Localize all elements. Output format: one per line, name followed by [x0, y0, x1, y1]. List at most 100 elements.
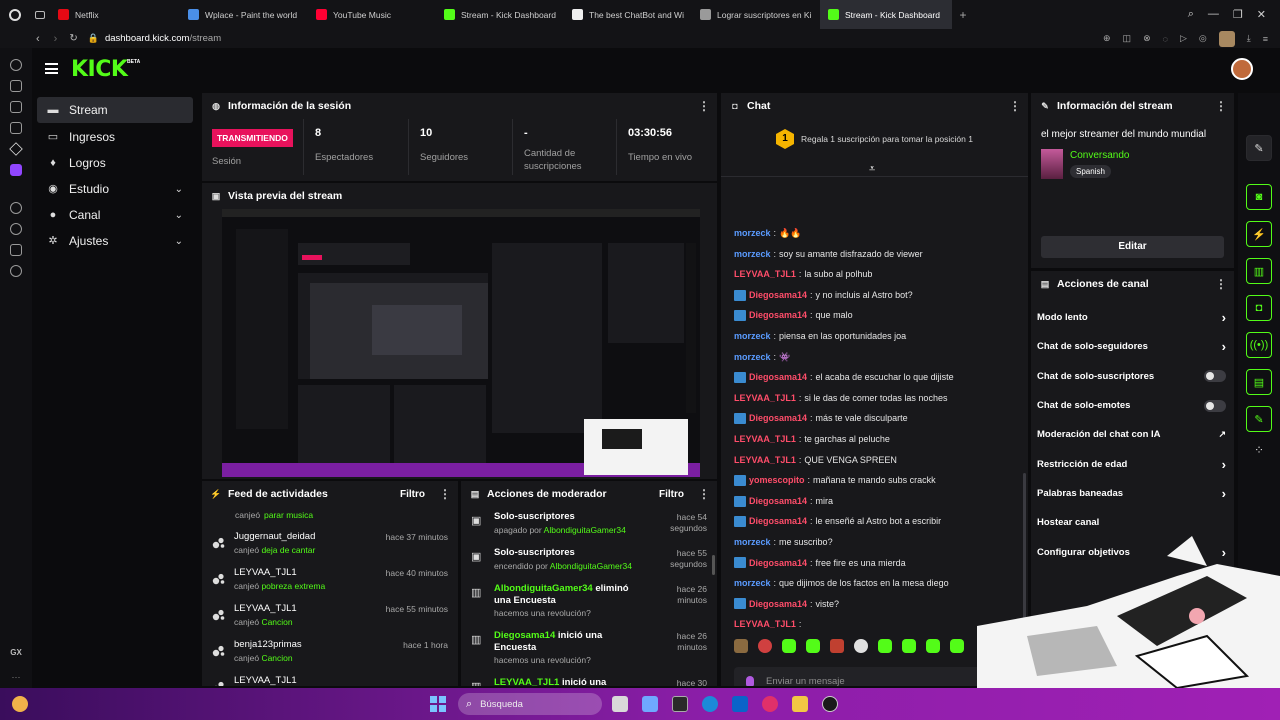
browser-tab[interactable]: Stream - Kick Dashboard — [820, 0, 952, 29]
close-window-icon[interactable]: ✕ — [1257, 8, 1266, 21]
gx-store-icon[interactable] — [10, 101, 22, 113]
channel-action-moderaci-n-del-chat-con-ia[interactable]: Moderación del chat con IA ↗ — [1031, 420, 1234, 449]
start-icon[interactable] — [430, 696, 446, 712]
category-name[interactable]: Conversando — [1070, 150, 1129, 161]
search-tabs-icon[interactable]: ⌕ — [1188, 8, 1194, 21]
more-icon[interactable]: ··· — [0, 672, 32, 682]
feed-filter-button[interactable]: Filtro — [400, 489, 425, 500]
user-avatar[interactable] — [1231, 58, 1253, 80]
chat-username[interactable]: LEYVAA_TJL1 — [734, 429, 796, 450]
camera-tool-icon[interactable]: ◙ — [1246, 184, 1272, 210]
emote-icon[interactable] — [734, 639, 748, 653]
chat-username[interactable]: LEYVAA_TJL1 — [734, 264, 796, 285]
sidebar-item-stream[interactable]: ▬ Stream — [37, 97, 193, 123]
chat-username[interactable]: morzeck — [734, 532, 771, 553]
stream-preview-video[interactable] — [222, 209, 700, 477]
task-view-icon[interactable] — [612, 696, 628, 712]
notes-tool-icon[interactable]: ▥ — [1246, 258, 1272, 284]
sidebar-item-logros[interactable]: ♦ Logros — [37, 150, 193, 176]
apps-icon[interactable]: ⁘ — [1238, 443, 1280, 457]
forward-icon[interactable]: › — [54, 33, 58, 45]
vpn-icon[interactable]: ◌ — [1163, 34, 1168, 44]
emote-icon[interactable] — [758, 639, 772, 653]
feed-item-user[interactable]: LEYVAA_TJL1 — [234, 603, 297, 614]
channel-action-palabras-baneadas[interactable]: Palabras baneadas › — [1031, 479, 1234, 508]
emote-icon[interactable] — [830, 639, 844, 653]
feed-item-user[interactable]: LEYVAA_TJL1 — [234, 567, 297, 578]
url-field[interactable]: dashboard.kick.com/stream — [105, 33, 221, 44]
emote-icon[interactable] — [878, 639, 892, 653]
emote-icon[interactable] — [902, 639, 916, 653]
profile-avatar[interactable] — [1218, 30, 1235, 47]
settings-sidebar-icon[interactable] — [10, 265, 22, 277]
chat-username[interactable]: Diegosama14 — [749, 285, 807, 306]
new-tab-icon[interactable]: + — [956, 8, 970, 22]
edit-layout-icon[interactable]: ✎ — [1246, 135, 1272, 161]
gx-kick-icon[interactable] — [9, 142, 23, 156]
browser-tab[interactable]: Stream - Kick Dashboard — [436, 0, 564, 29]
feed-options-icon[interactable]: ⋮ — [439, 487, 451, 501]
chat-username[interactable]: Diegosama14 — [749, 511, 807, 532]
browser-tab[interactable]: YouTube Music — [308, 0, 436, 29]
sidebar-item-ajustes[interactable]: ✲ Ajustes ⌄ — [37, 228, 193, 254]
gx-control-icon[interactable] — [10, 59, 22, 71]
chat-tool-icon[interactable]: ◘ — [1246, 295, 1272, 321]
gx-feed-icon[interactable] — [10, 80, 22, 92]
chat-username[interactable]: LEYVAA_TJL1 — [734, 388, 796, 409]
taskbar-search[interactable]: ⌕ Búsqueda — [458, 693, 602, 715]
edge-icon[interactable] — [702, 696, 718, 712]
file-explorer-icon[interactable] — [792, 696, 808, 712]
mod-scrollbar[interactable] — [712, 555, 715, 575]
feed-item-user[interactable]: LEYVAA_TJL1 — [234, 675, 297, 686]
mod-action-user[interactable]: LEYVAA_TJL1 — [494, 677, 559, 686]
weather-icon[interactable] — [12, 696, 28, 712]
bookmark-icon[interactable]: ◫ — [1123, 33, 1132, 44]
twitch-icon[interactable] — [10, 164, 22, 176]
mod-options-icon[interactable]: ⋮ — [698, 487, 710, 501]
chat-username[interactable]: morzeck — [734, 573, 771, 594]
chat-username[interactable]: Diegosama14 — [749, 408, 807, 429]
feed-item-user[interactable]: benja123primas — [234, 639, 302, 650]
kick-logo[interactable]: KICK — [71, 57, 128, 82]
copilot-icon[interactable] — [642, 696, 658, 712]
wrench-tool-icon[interactable]: ✎ — [1246, 406, 1272, 432]
chat-username[interactable]: morzeck — [734, 244, 771, 265]
mod-action-by[interactable]: AlbondiguitaGamer34 — [550, 561, 632, 571]
sidebar-item-estudio[interactable]: ◉ Estudio ⌄ — [37, 176, 193, 202]
chat-options-icon[interactable]: ⋮ — [1009, 99, 1021, 113]
emote-icon[interactable] — [782, 639, 796, 653]
opera-menu-icon[interactable] — [0, 0, 30, 29]
chat-username[interactable]: Diegosama14 — [749, 367, 807, 388]
chat-username[interactable]: Diegosama14 — [749, 553, 807, 574]
edit-stream-button[interactable]: Editar — [1041, 236, 1224, 258]
opera-gx-icon[interactable] — [762, 696, 778, 712]
tab-island-icon[interactable] — [30, 0, 50, 29]
broadcast-tool-icon[interactable]: ((•)) — [1246, 332, 1272, 358]
channel-action-restricci-n-de-edad[interactable]: Restricción de edad › — [1031, 449, 1234, 478]
obs-icon[interactable] — [822, 696, 838, 712]
reload-icon[interactable]: ↻ — [69, 33, 77, 44]
snapshot-icon[interactable]: ◎ — [1199, 33, 1207, 44]
shield-icon[interactable]: ⊗ — [1143, 33, 1151, 44]
chat-username[interactable]: yomescopito — [749, 470, 805, 491]
chat-username[interactable]: LEYVAA_TJL1 — [734, 450, 796, 471]
chat-username[interactable]: morzeck — [734, 223, 771, 244]
browser-tab[interactable]: Netflix — [50, 0, 180, 29]
browser-tab[interactable]: The best ChatBot and Wi — [564, 0, 692, 29]
extensions-icon[interactable] — [10, 244, 22, 256]
gift-leaderboard[interactable]: 1 Regala 1 suscripción para tomar la pos… — [721, 119, 1028, 177]
browser-menu-icon[interactable]: ≡ — [1263, 34, 1268, 44]
player-sidebar-icon[interactable] — [10, 202, 22, 214]
toggle-switch[interactable] — [1204, 370, 1226, 383]
chat-username[interactable]: LEYVAA_TJL1 — [734, 614, 796, 635]
channel-action-chat-de-solo-emotes[interactable]: Chat de solo-emotes — [1031, 391, 1234, 420]
pin-icon[interactable]: ⊕ — [1103, 33, 1111, 44]
chat-username[interactable]: Diegosama14 — [749, 594, 807, 615]
browser-tab[interactable]: Wplace - Paint the world — [180, 0, 308, 29]
chat-username[interactable]: morzeck — [734, 326, 771, 347]
channel-action-chat-de-solo-suscriptores[interactable]: Chat de solo-suscriptores — [1031, 362, 1234, 391]
minimize-icon[interactable]: — — [1208, 8, 1219, 21]
emote-icon[interactable] — [950, 639, 964, 653]
chat-username[interactable]: Diegosama14 — [749, 305, 807, 326]
history-icon[interactable] — [10, 223, 22, 235]
